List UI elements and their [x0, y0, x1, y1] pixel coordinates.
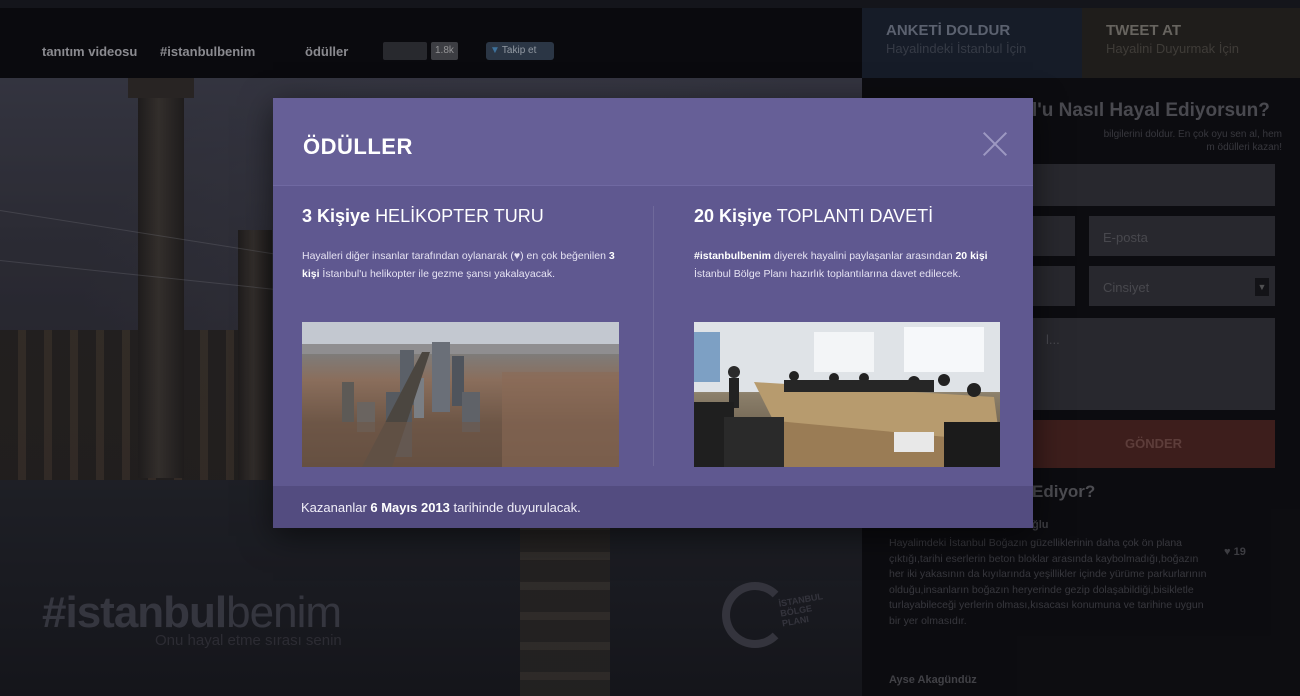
close-icon[interactable] — [981, 130, 1009, 158]
meeting-photo — [694, 322, 1000, 467]
prize-meeting: 20 Kişiye TOPLANTI DAVETİ #istanbulbenim… — [694, 206, 1014, 283]
city-illustration — [302, 322, 619, 467]
prize-text-bold: #istanbulbenim — [694, 250, 772, 262]
prize-heading: 3 Kişiye HELİKOPTER TURU — [302, 206, 622, 227]
prize-description: Hayalleri diğer insanlar tarafından oyla… — [302, 247, 622, 283]
modal-header: ÖDÜLLER — [273, 98, 1033, 186]
modal-divider — [653, 206, 654, 466]
modal-footer: Kazananlar 6 Mayıs 2013 tarihinde duyuru… — [273, 486, 1033, 528]
prize-name: TOPLANTI DAVETİ — [776, 206, 934, 226]
announcement-date: 6 Mayıs 2013 — [370, 500, 450, 515]
prize-description: #istanbulbenim diyerek hayalini paylaşan… — [694, 247, 1014, 283]
footer-text-part: tarihinde duyurulacak. — [449, 500, 581, 515]
prize-text-part: İstanbul'u helikopter ile gezme şansı ya… — [319, 268, 555, 280]
prize-helicopter: 3 Kişiye HELİKOPTER TURU Hayalleri diğer… — [302, 206, 622, 283]
awards-modal: ÖDÜLLER 3 Kişiye HELİKOPTER TURU Hayalle… — [273, 98, 1033, 528]
prize-text-part: Hayalleri diğer insanlar tarafından oyla… — [302, 250, 609, 262]
prize-name: HELİKOPTER TURU — [375, 206, 544, 226]
istanbul-aerial-photo — [302, 322, 619, 467]
prize-count: 20 Kişiye — [694, 206, 773, 226]
footer-text-part: Kazananlar — [301, 500, 371, 515]
announcement-text: Kazananlar 6 Mayıs 2013 tarihinde duyuru… — [301, 500, 581, 515]
prize-heading: 20 Kişiye TOPLANTI DAVETİ — [694, 206, 1014, 227]
prize-text-part: İstanbul Bölge Planı hazırlık toplantıla… — [694, 268, 961, 280]
meeting-illustration — [694, 322, 1000, 467]
modal-title: ÖDÜLLER — [303, 134, 413, 159]
prize-text-part: diyerek hayalini paylaşanlar arasından — [771, 250, 956, 262]
prize-count: 3 Kişiye — [302, 206, 371, 226]
prize-text-bold: 20 kişi — [955, 250, 988, 262]
